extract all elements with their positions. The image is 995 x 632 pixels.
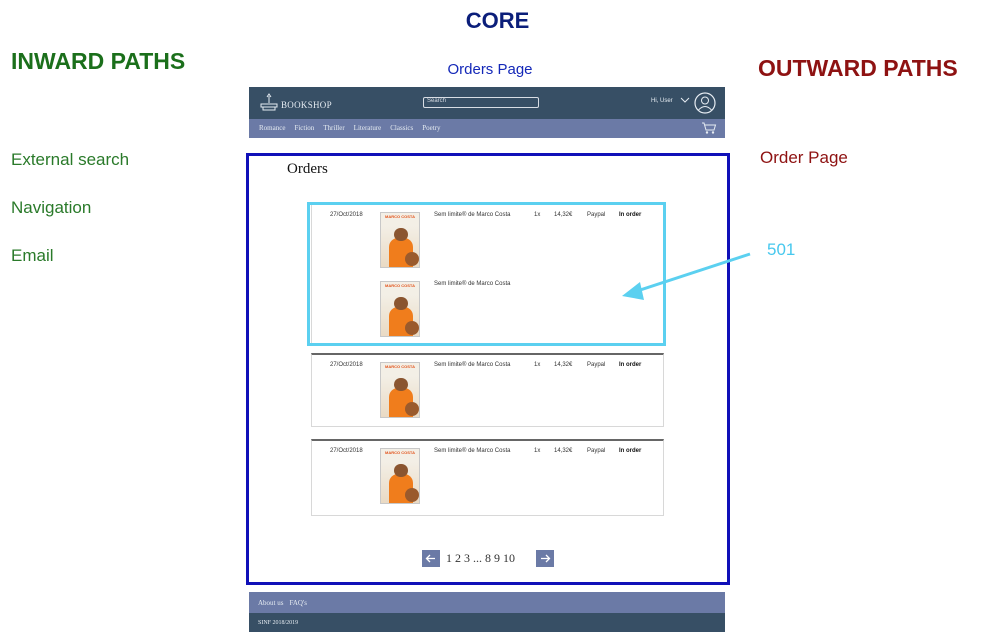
order-payment: Paypal xyxy=(587,362,606,368)
order-status: In order xyxy=(619,448,642,454)
order-item-price: 14,32€ xyxy=(554,448,573,454)
core-title: CORE xyxy=(465,8,530,33)
book-cover-title: MARCO COSTA xyxy=(385,364,415,369)
bookshop-logo-icon xyxy=(260,93,278,111)
page-caption: Orders Page xyxy=(447,61,533,78)
next-page-button[interactable] xyxy=(536,550,554,567)
inward-item-email: Email xyxy=(11,246,54,265)
footer-link-faqs[interactable]: FAQ's xyxy=(289,599,306,607)
pagination-pages[interactable]: 1 2 3 ... 8 9 10 xyxy=(446,551,515,566)
inward-item-external-search: External search xyxy=(11,150,130,169)
footer-link-about-us[interactable]: About us xyxy=(258,599,283,607)
outward-item-order-page: Order Page xyxy=(760,148,848,167)
book-cover-image[interactable]: MARCO COSTA xyxy=(380,448,420,504)
order-item-title[interactable]: Sem limite® de Marco Costa xyxy=(434,362,510,368)
order-status: In order xyxy=(619,362,642,368)
outward-paths-title: OUTWARD PATHS xyxy=(758,55,958,81)
category-nav: Romance Fiction Thriller Literature Clas… xyxy=(259,124,441,132)
footer-copyright: SINF 2018/2019 xyxy=(258,620,299,626)
orders-page-title: Orders xyxy=(287,161,328,177)
nav-item-poetry[interactable]: Poetry xyxy=(422,124,440,132)
order-item-qty: 1x xyxy=(534,362,541,368)
bookshop-logo-text[interactable]: BOOKSHOP xyxy=(281,100,332,110)
nav-item-literature[interactable]: Literature xyxy=(354,124,382,132)
footer-links: About us FAQ's xyxy=(258,599,307,607)
user-avatar-icon[interactable] xyxy=(694,92,716,114)
nav-item-fiction[interactable]: Fiction xyxy=(294,124,314,132)
book-cover-image[interactable]: MARCO COSTA xyxy=(380,362,420,418)
mockup-footer-links-bar xyxy=(249,592,725,613)
mockup-footer-bottom xyxy=(249,613,725,632)
nav-item-classics[interactable]: Classics xyxy=(390,124,413,132)
order-item-price: 14,32€ xyxy=(554,362,573,368)
search-placeholder: Search xyxy=(427,98,447,104)
nav-item-romance[interactable]: Romance xyxy=(259,124,285,132)
shopping-cart-icon[interactable] xyxy=(701,121,717,135)
book-cover-title: MARCO COSTA xyxy=(385,450,415,455)
order-item-title[interactable]: Sem limite® de Marco Costa xyxy=(434,448,510,454)
annotation-arrow xyxy=(622,252,751,300)
inward-paths-title: INWARD PATHS xyxy=(11,48,186,74)
nav-item-thriller[interactable]: Thriller xyxy=(323,124,344,132)
inward-item-navigation: Navigation xyxy=(11,198,92,217)
order-date: 27/Oct/2018 xyxy=(330,362,363,368)
user-name[interactable]: Hi, User xyxy=(651,98,673,104)
order-item-qty: 1x xyxy=(534,448,541,454)
chevron-down-icon[interactable] xyxy=(680,96,690,104)
order-payment: Paypal xyxy=(587,448,606,454)
prev-page-button[interactable] xyxy=(422,550,440,567)
order-date: 27/Oct/2018 xyxy=(330,448,363,454)
